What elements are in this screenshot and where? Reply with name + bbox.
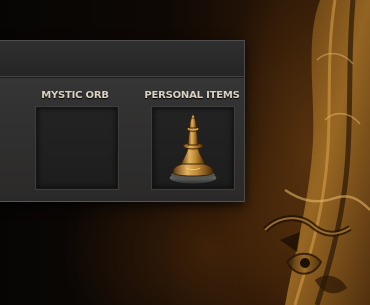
golden-ornament-background [262, 0, 370, 305]
personal-items-label: PERSONAL ITEMS [144, 90, 240, 101]
panel-header-bar [0, 41, 244, 78]
mystic-orb-label: MYSTIC ORB [41, 90, 109, 101]
mystic-orb-slot[interactable] [36, 107, 118, 189]
personal-items-slot[interactable] [152, 107, 234, 189]
game-scene: MYSTIC ORB PERSONAL ITEMS [0, 0, 370, 305]
chess-pawn-icon[interactable] [161, 112, 225, 186]
equipment-panel: MYSTIC ORB PERSONAL ITEMS [0, 40, 245, 202]
